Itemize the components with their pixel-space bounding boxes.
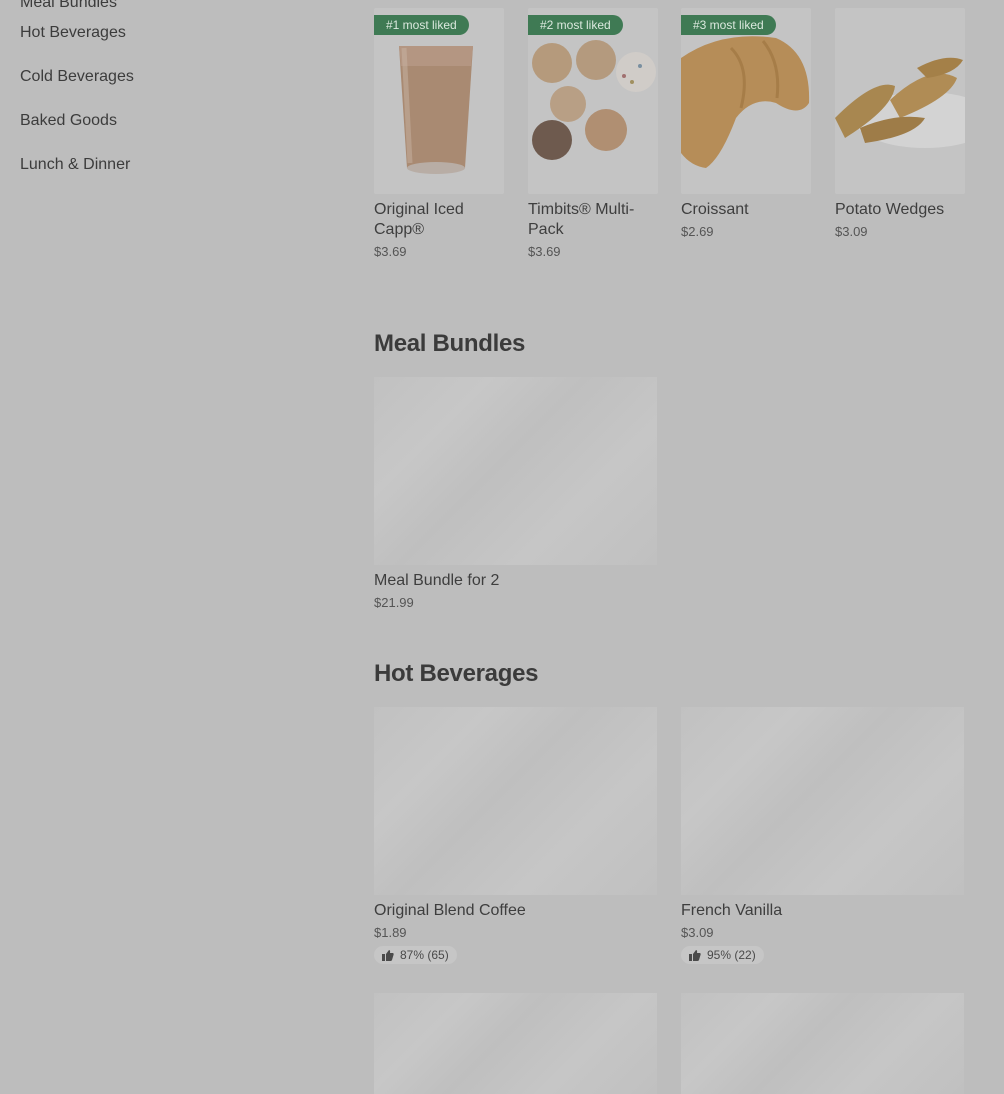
product-price: $1.89 xyxy=(374,925,407,940)
iced-capp-illustration xyxy=(374,8,504,194)
product-price: $2.69 xyxy=(681,224,714,239)
product-card[interactable]: #2 most liked Timbits® Multi-Pack $3.69 xyxy=(528,8,658,259)
sidebar-item-lunch-dinner[interactable]: Lunch & Dinner xyxy=(20,148,320,192)
potato-wedges-image xyxy=(835,8,965,194)
product-image-placeholder xyxy=(374,377,657,565)
sidebar-item-cold-beverages[interactable]: Cold Beverages xyxy=(20,60,320,104)
product-name: Potato Wedges xyxy=(835,201,945,218)
product-tile[interactable]: Original Blend Coffee $1.89 87% (65) xyxy=(374,707,657,966)
section-title-hot-beverages: Hot Beverages xyxy=(374,660,539,687)
rating-badge: 95% (22) xyxy=(681,946,764,964)
product-price: $3.69 xyxy=(528,244,561,259)
iced-capp-image: #1 most liked xyxy=(374,8,504,194)
most-liked-badge: #2 most liked xyxy=(528,15,623,35)
product-card[interactable]: Potato Wedges $3.09 xyxy=(835,8,965,239)
product-name: Original Iced Capp® xyxy=(374,201,464,238)
timbits-illustration xyxy=(528,8,658,194)
category-sidebar: Meal Bundles Hot Beverages Cold Beverage… xyxy=(20,0,320,192)
croissant-image: #3 most liked xyxy=(681,8,811,194)
product-name: Original Blend Coffee xyxy=(374,902,526,919)
product-card[interactable]: #3 most liked Croissant $2.69 xyxy=(681,8,811,239)
product-tile[interactable]: French Vanilla $3.09 95% (22) xyxy=(681,707,964,966)
product-name: Croissant xyxy=(681,201,749,218)
sidebar-item-hot-beverages[interactable]: Hot Beverages xyxy=(20,16,320,60)
product-tile[interactable] xyxy=(681,993,964,1094)
product-name: French Vanilla xyxy=(681,902,783,919)
rating-text: 87% (65) xyxy=(400,948,449,962)
most-liked-badge: #1 most liked xyxy=(374,15,469,35)
section-title-meal-bundles: Meal Bundles xyxy=(374,330,526,357)
product-price: $21.99 xyxy=(374,595,414,610)
product-price: $3.69 xyxy=(374,244,407,259)
product-name: Meal Bundle for 2 xyxy=(374,572,500,589)
product-image-placeholder xyxy=(681,707,964,895)
sidebar-item-baked-goods[interactable]: Baked Goods xyxy=(20,104,320,148)
product-tile[interactable] xyxy=(374,993,657,1094)
product-image-placeholder xyxy=(681,993,964,1094)
rating-text: 95% (22) xyxy=(707,948,756,962)
product-price: $3.09 xyxy=(681,925,714,940)
product-image-placeholder xyxy=(374,707,657,895)
timbits-image: #2 most liked xyxy=(528,8,658,194)
rating-badge: 87% (65) xyxy=(374,946,457,964)
thumbs-up-icon xyxy=(689,949,701,961)
potato-wedges-illustration xyxy=(835,8,965,194)
thumbs-up-icon xyxy=(382,949,394,961)
most-liked-badge: #3 most liked xyxy=(681,15,776,35)
sidebar-item-meal-bundles[interactable]: Meal Bundles xyxy=(20,0,320,16)
product-tile[interactable]: Meal Bundle for 2 $21.99 xyxy=(374,377,657,610)
product-image-placeholder xyxy=(374,993,657,1094)
product-name: Timbits® Multi-Pack xyxy=(528,201,635,238)
product-card[interactable]: #1 most liked Original Iced Capp® $3.69 xyxy=(374,8,504,259)
croissant-illustration xyxy=(681,8,811,194)
product-price: $3.09 xyxy=(835,224,868,239)
